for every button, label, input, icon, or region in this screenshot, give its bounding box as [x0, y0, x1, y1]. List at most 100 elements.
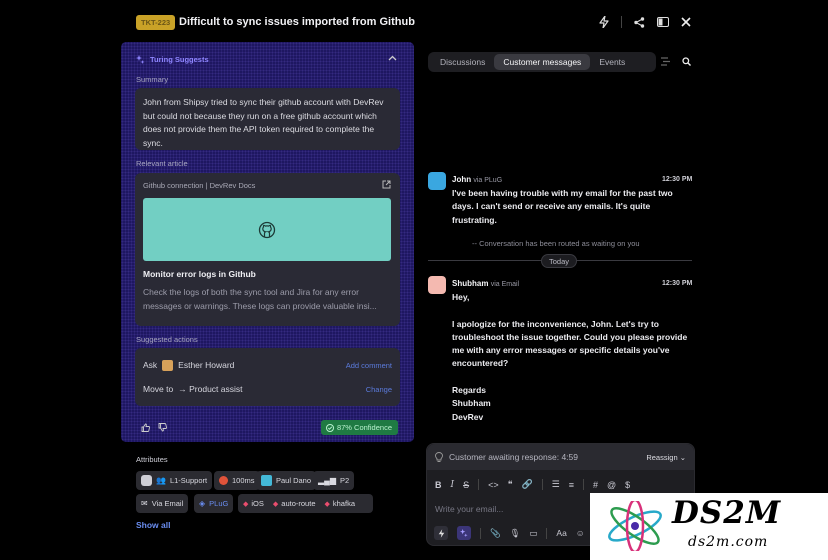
- numbered-list-icon[interactable]: ≡: [569, 480, 574, 490]
- formatting-toolbar: B I S <> ❝ 🔗 ☰ ≡ # @ $: [435, 479, 630, 490]
- change-link[interactable]: Change: [366, 385, 392, 394]
- watermark-site: ds2m.com: [688, 534, 769, 550]
- article-source: Github connection | DevRev Docs: [143, 181, 256, 190]
- message-sender: John via PLuG: [452, 175, 502, 184]
- chip-label: P2: [339, 476, 350, 485]
- attribute-chip-sla[interactable]: 100ms: [214, 471, 260, 490]
- attribute-chip-channel[interactable]: ✉ Via Email: [136, 494, 189, 513]
- hash-icon[interactable]: #: [593, 480, 598, 490]
- tab-customer-messages[interactable]: Customer messages: [494, 54, 591, 70]
- mention-icon[interactable]: @: [607, 480, 616, 490]
- layout-panel-icon[interactable]: [657, 17, 669, 27]
- sender-channel: via PLuG: [473, 177, 503, 184]
- bullet-list-icon[interactable]: ☰: [552, 479, 560, 490]
- message-time: 12:30 PM: [662, 176, 693, 183]
- routed-note: -- Conversation has been routed as waiti…: [472, 239, 640, 248]
- message-line: Regards: [452, 385, 487, 396]
- strikethrough-icon[interactable]: S: [463, 480, 469, 490]
- text-format-icon[interactable]: Aa: [556, 528, 566, 538]
- composer-tools: 📎 🎙 ▭ Aa ☺: [434, 526, 585, 540]
- feedback: [141, 423, 167, 432]
- watermark-brand: DS2M: [672, 495, 782, 531]
- bolt-icon[interactable]: [599, 16, 609, 28]
- attribute-chip-plug[interactable]: ◈ PLuG: [194, 494, 234, 513]
- emoji-icon[interactable]: ☺: [576, 528, 585, 538]
- microphone-icon[interactable]: 🎙: [510, 528, 521, 539]
- tag-icon: ◆: [243, 500, 249, 508]
- confidence-text: 87% Confidence: [336, 423, 392, 432]
- article-excerpt: Check the logs of both the sync tool and…: [143, 287, 377, 311]
- email-input[interactable]: Write your email...: [435, 504, 503, 514]
- group-icon: 👥: [156, 476, 166, 485]
- chevron-up-icon[interactable]: [388, 55, 397, 61]
- awaiting-response-bar: Customer awaiting response: 4:59 Reassig…: [427, 444, 694, 470]
- message-body: Hey, I apologize for the inconvenience, …: [452, 291, 687, 424]
- message-line: encountered?: [452, 358, 509, 369]
- tab-events[interactable]: Events: [590, 54, 634, 70]
- chip-label: Paul Dano: [276, 476, 312, 485]
- dollar-icon[interactable]: $: [625, 480, 630, 490]
- attribute-chip-group[interactable]: 👥 L1-Support: [136, 471, 213, 490]
- message-line: Hey,: [452, 292, 470, 302]
- tag-icon: ◆: [324, 500, 330, 508]
- article-card[interactable]: Github connection | DevRev Docs Monitor …: [135, 173, 400, 326]
- message-line: [452, 371, 687, 384]
- message-line: troubleshoot the issue together. Could y…: [452, 331, 688, 342]
- avatar: [428, 276, 446, 294]
- filter-icon[interactable]: [661, 57, 671, 66]
- bold-icon[interactable]: B: [435, 480, 442, 490]
- chip-label: 100ms: [232, 476, 255, 485]
- ticket-id-badge[interactable]: TKT-223: [136, 15, 176, 30]
- bolt-icon[interactable]: [434, 526, 448, 540]
- tag-khafka[interactable]: khafka: [333, 499, 355, 508]
- thumbs-down-icon[interactable]: [158, 423, 167, 432]
- divider: [480, 527, 481, 539]
- search-icon[interactable]: [682, 57, 691, 66]
- watermark: DS2M ds2m.com: [590, 493, 828, 560]
- plug-icon: ◈: [199, 499, 206, 508]
- add-comment-link[interactable]: Add comment: [346, 361, 392, 370]
- attribute-chip-owner[interactable]: Paul Dano: [256, 471, 317, 490]
- ticket-header: TKT-223 Difficult to sync issues importe…: [122, 8, 697, 38]
- chip-label: PLuG: [209, 499, 229, 508]
- mail-icon: ✉: [141, 499, 148, 508]
- thumbs-up-icon[interactable]: [141, 423, 150, 432]
- action-value: → Product assist: [178, 384, 243, 394]
- sla-icon: [219, 476, 228, 485]
- turing-header[interactable]: Turing Suggests: [136, 55, 209, 64]
- check-circle-icon: [325, 423, 334, 432]
- tag-icon: ◆: [272, 500, 279, 508]
- sparkle-icon[interactable]: [457, 526, 471, 540]
- conversation-tools: [661, 57, 691, 66]
- action-value: Esther Howard: [178, 360, 235, 370]
- share-icon[interactable]: [634, 16, 645, 28]
- attribute-chip-priority[interactable]: ▂▄▆ P2: [313, 471, 355, 490]
- tag-auto-route[interactable]: auto-route: [281, 499, 315, 508]
- attachment-icon[interactable]: 📎: [490, 528, 501, 539]
- external-link-icon[interactable]: [382, 180, 391, 189]
- tag-ios[interactable]: iOS: [251, 499, 264, 508]
- reassign-button[interactable]: Reassign ⌄: [646, 453, 686, 462]
- video-icon[interactable]: ▭: [529, 528, 537, 539]
- message-line: I apologize for the inconvenience, John.…: [452, 318, 659, 329]
- tab-discussions[interactable]: Discussions: [431, 54, 494, 70]
- code-icon[interactable]: <>: [488, 480, 499, 490]
- action-prefix: Ask: [143, 360, 158, 370]
- avatar: [261, 475, 272, 486]
- suggested-actions-label: Suggested actions: [136, 335, 198, 344]
- sender-name: John: [452, 175, 472, 184]
- summary-label: Summary: [136, 75, 169, 84]
- show-all-link[interactable]: Show all: [136, 520, 170, 530]
- summary-card: John from Shipsy tried to sync their git…: [135, 88, 400, 150]
- italic-icon[interactable]: I: [451, 480, 455, 490]
- message-line: I've been having trouble with my email f…: [452, 188, 673, 198]
- quote-icon[interactable]: ❝: [508, 479, 513, 490]
- message-line: frustrating.: [452, 214, 497, 225]
- atom-logo-icon: [608, 501, 662, 551]
- action-move: Move to → Product assist Change: [143, 382, 392, 396]
- message-time: 12:30 PM: [662, 280, 693, 287]
- close-icon[interactable]: [681, 17, 691, 27]
- sender-channel: via Email: [490, 281, 520, 288]
- link-icon[interactable]: 🔗: [521, 479, 532, 490]
- github-icon: [258, 221, 276, 238]
